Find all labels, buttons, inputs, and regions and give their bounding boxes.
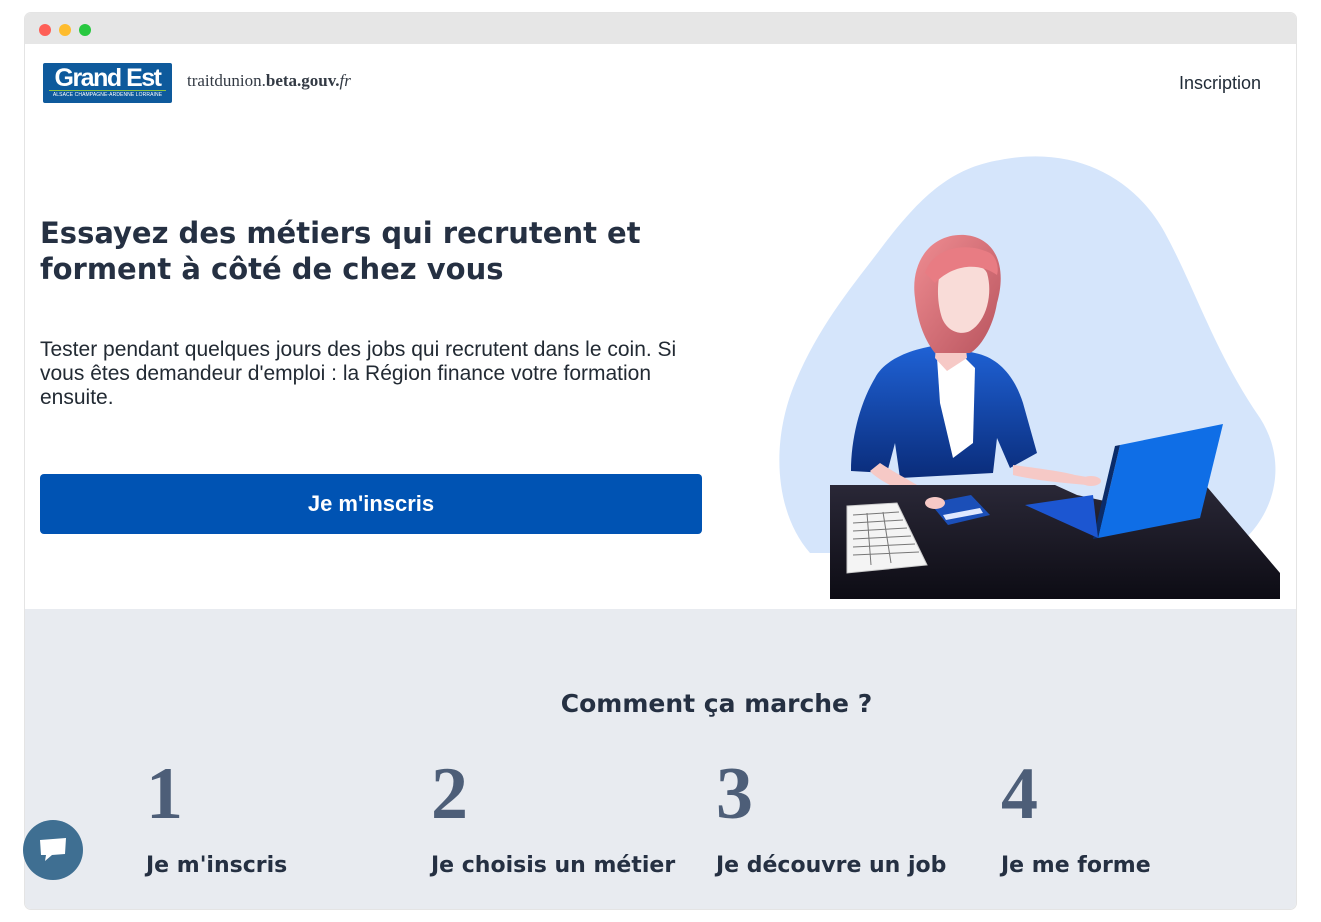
step-2: 2 Je choisis un métier: [431, 757, 701, 878]
step-label: Je choisis un métier: [431, 853, 676, 878]
step-label: Je découvre un job: [716, 853, 947, 878]
left-hand: [925, 497, 945, 509]
grand-est-logo[interactable]: Grand Est ALSACE CHAMPAGNE-ARDENNE LORRA…: [43, 63, 172, 103]
logo-subtitle: ALSACE CHAMPAGNE-ARDENNE LORRAINE: [52, 92, 163, 98]
inscription-link[interactable]: Inscription: [1179, 73, 1261, 94]
hero-description: Tester pendant quelques jours des jobs q…: [40, 338, 677, 409]
right-hand: [1081, 476, 1101, 486]
step-1: 1 Je m'inscris: [146, 757, 416, 878]
step-number: 2: [431, 753, 468, 835]
maximize-window-button[interactable]: [79, 24, 91, 36]
logo-title: Grand Est: [54, 64, 162, 92]
step-number: 4: [1001, 753, 1038, 835]
step-label: Je m'inscris: [146, 853, 288, 878]
site-name-suffix: fr: [339, 71, 351, 90]
step-number: 1: [146, 753, 183, 835]
site-name-bold: beta.gouv.: [265, 71, 340, 90]
close-window-button[interactable]: [39, 24, 51, 36]
chat-widget-button[interactable]: [23, 820, 83, 880]
chat-bubble-icon: [40, 838, 66, 861]
site-header: Grand Est ALSACE CHAMPAGNE-ARDENNE LORRA…: [25, 44, 1296, 124]
site-name-link[interactable]: traitdunion.beta.gouv.fr: [187, 71, 351, 91]
woman-at-laptop-illustration: [779, 156, 1280, 599]
window-titlebar: [25, 13, 1296, 44]
signup-button[interactable]: Je m'inscris: [40, 474, 702, 534]
step-label: Je me forme: [1001, 853, 1151, 878]
how-it-works-title: Comment ça marche ?: [560, 689, 873, 718]
step-4: 4 Je me forme: [1001, 757, 1271, 878]
browser-window: Grand Est ALSACE CHAMPAGNE-ARDENNE LORRA…: [25, 13, 1296, 909]
step-number: 3: [716, 753, 753, 835]
step-3: 3 Je découvre un job: [716, 757, 986, 878]
hero-title: Essayez des métiers qui recrutent et for…: [40, 216, 641, 286]
minimize-window-button[interactable]: [59, 24, 71, 36]
site-name-prefix: traitdunion.: [187, 71, 266, 90]
logo-stripe: [49, 90, 166, 91]
how-it-works-section: Comment ça marche ? 1 Je m'inscris 2 Je …: [25, 609, 1296, 909]
